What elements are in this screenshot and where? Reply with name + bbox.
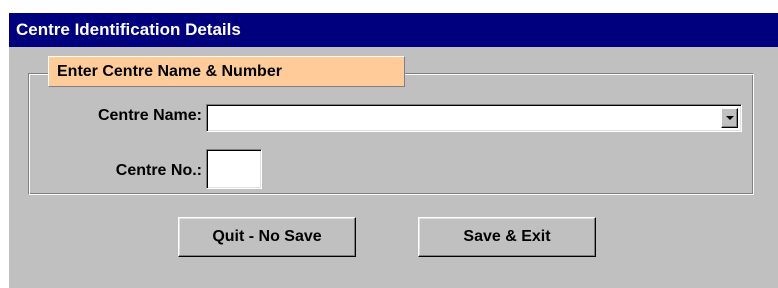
chevron-down-icon bbox=[726, 116, 734, 120]
save-and-exit-button[interactable]: Save & Exit bbox=[418, 217, 596, 257]
groupbox-legend: Enter Centre Name & Number bbox=[48, 56, 405, 87]
centre-name-dropdown-button[interactable] bbox=[721, 108, 738, 128]
centre-name-input[interactable] bbox=[210, 108, 714, 128]
quit-no-save-button[interactable]: Quit - No Save bbox=[178, 217, 356, 257]
centre-no-label: Centre No.: bbox=[115, 162, 202, 179]
window-title: Centre Identification Details bbox=[9, 13, 778, 47]
centre-name-label: Centre Name: bbox=[97, 107, 202, 124]
centre-no-input[interactable] bbox=[210, 153, 258, 185]
centre-no-field[interactable] bbox=[206, 149, 262, 189]
centre-name-combobox[interactable] bbox=[206, 104, 742, 132]
